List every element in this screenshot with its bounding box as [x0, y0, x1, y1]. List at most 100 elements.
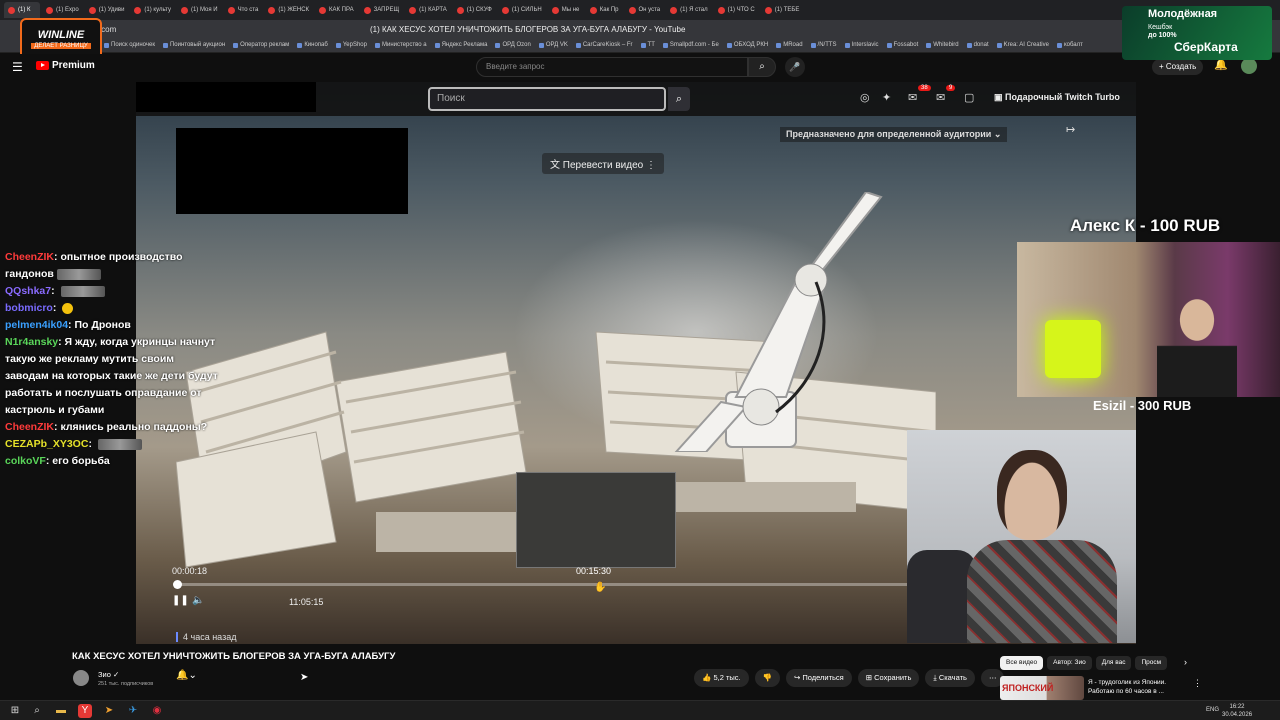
bookmark-item[interactable]: Smallpdf.com - Бе: [663, 42, 719, 48]
recommended-video[interactable]: ЯПОНСКИЙ Я - трудоголик из Японии. Работ…: [1000, 676, 1200, 700]
bookmark-item[interactable]: Krea: AI Creative: [997, 42, 1049, 48]
chat-username[interactable]: colkoVF: [5, 455, 46, 467]
system-clock[interactable]: 16:22 30.04.2026: [1222, 703, 1252, 719]
filter-chip[interactable]: Для вас: [1095, 656, 1132, 670]
search-icon[interactable]: ⌕: [668, 87, 690, 111]
menu-icon[interactable]: ☰: [12, 60, 23, 74]
browser-tab[interactable]: Как Пр: [586, 2, 623, 18]
windows-start-icon[interactable]: ⊞: [8, 704, 22, 718]
chat-message: CheenZIK: опытное производство гандонов: [5, 251, 183, 280]
download-button[interactable]: ⤓ Скачать: [925, 669, 975, 687]
audience-dropdown[interactable]: Предназначено для определенной аудитории…: [780, 127, 1008, 142]
bookmark-item[interactable]: кобалт: [1057, 42, 1083, 48]
crown-icon[interactable]: ◎: [860, 91, 870, 104]
bookmark-item[interactable]: donat: [967, 42, 989, 48]
obs-icon[interactable]: ◉: [150, 704, 164, 718]
browser-tab[interactable]: (1) Удиви: [85, 2, 129, 18]
browser-tab[interactable]: (1) культу: [130, 2, 175, 18]
volume-icon[interactable]: 🔈: [192, 595, 204, 606]
chat-username[interactable]: QQshka7: [5, 285, 51, 297]
bookmark-item[interactable]: ОБХОД РКН: [727, 42, 768, 48]
collapse-icon[interactable]: ↦: [1066, 123, 1075, 136]
chat-username[interactable]: CheenZIK: [5, 251, 54, 263]
browser-tab[interactable]: Что ста: [224, 2, 263, 18]
bookmark-item[interactable]: Кинопаб: [297, 42, 328, 48]
channel-avatar[interactable]: [73, 670, 89, 686]
browser-tab[interactable]: (1) КАРТА: [405, 2, 451, 18]
bookmark-item[interactable]: Оператор реклам: [233, 42, 289, 48]
chevron-right-icon[interactable]: ›: [1184, 657, 1187, 667]
browser-tab[interactable]: (1) Я стал: [666, 2, 712, 18]
filter-chip[interactable]: Просм: [1135, 656, 1168, 670]
search-icon[interactable]: ⌕: [748, 57, 776, 77]
browser-tab[interactable]: ЗАПРЕЩ: [360, 2, 404, 18]
browser-tab[interactable]: (1) ТЕБЕ: [761, 2, 804, 18]
bookmark-item[interactable]: Interslavic: [845, 42, 879, 48]
bookmarks-bar: Поиск одиночек Поинтовый аукцион Оператор …: [0, 38, 1280, 53]
twitch-search-input[interactable]: Поиск: [428, 87, 666, 111]
bookmark-item[interactable]: Whitebird: [926, 42, 958, 48]
bookmark-item[interactable]: /N/TTS: [811, 42, 837, 48]
like-button[interactable]: 👍 5,2 тыс.: [694, 669, 749, 687]
translate-button[interactable]: 文 Перевести видео ⋮: [542, 153, 664, 174]
browser-tab[interactable]: (1) СИЛЬН: [498, 2, 546, 18]
browser-tab[interactable]: (1) Expo: [42, 2, 83, 18]
chat-username[interactable]: bobmicro: [5, 302, 53, 314]
save-button[interactable]: ⊞ Сохранить: [857, 669, 920, 687]
bits-icon[interactable]: ✦: [882, 91, 891, 104]
bookmark-item[interactable]: CarCareKiosk – Fr: [576, 42, 633, 48]
pause-icon[interactable]: ❚❚: [172, 595, 189, 606]
folder-icon[interactable]: ▬: [54, 704, 68, 718]
bookmark-item[interactable]: ОРД VK: [539, 42, 568, 48]
create-button[interactable]: + Создать: [1152, 59, 1204, 75]
browser-tab[interactable]: (1) СКУФ: [453, 2, 496, 18]
browser-tab[interactable]: Он уста: [625, 2, 665, 18]
tab-label: (1) СКУФ: [466, 7, 492, 13]
microphone-icon[interactable]: 🎤: [785, 57, 805, 77]
progress-bar[interactable]: [172, 580, 916, 589]
bookmark-item[interactable]: MRoad: [776, 42, 802, 48]
yandex-browser-icon[interactable]: Y: [78, 704, 92, 718]
bookmark-item[interactable]: Министерство а: [375, 42, 427, 48]
inbox-icon[interactable]: ✉: [908, 91, 917, 104]
bookmark-item[interactable]: YepShop: [336, 42, 367, 48]
youtube-search-input[interactable]: Введите запрос: [476, 57, 748, 77]
whispers-icon[interactable]: ✉: [936, 91, 945, 104]
search-icon[interactable]: ⌕: [30, 704, 44, 718]
share-button[interactable]: ↪ Поделиться: [785, 669, 852, 687]
bookmark-item[interactable]: Fossabot: [887, 42, 919, 48]
bookmark-item[interactable]: Яндекс Реклама: [435, 42, 488, 48]
chat-username[interactable]: pelmen4ik04: [5, 319, 68, 331]
notifications-icon[interactable]: ▢: [964, 91, 974, 104]
bookmark-item[interactable]: Поиск одиночек: [104, 42, 155, 48]
progress-knob[interactable]: [172, 580, 182, 589]
browser-tab[interactable]: (1) ЖЕНСК: [264, 2, 313, 18]
filter-chip[interactable]: Все видео: [1000, 656, 1044, 670]
browser-tab[interactable]: (1) К: [4, 2, 40, 18]
filter-chip[interactable]: Автор: Зио: [1047, 656, 1092, 670]
subscribe-bell-icon[interactable]: 🔔⌄: [176, 670, 197, 681]
bookmark-item[interactable]: ОРД Ozon: [495, 42, 530, 48]
chat-username[interactable]: CheenZIK: [5, 421, 54, 433]
webcam-1: [1017, 242, 1280, 397]
browser-tab[interactable]: (1) Моя И: [177, 2, 222, 18]
avatar[interactable]: [1241, 58, 1257, 74]
browser-tab[interactable]: Мы не: [548, 2, 584, 18]
browser-tab[interactable]: (1) ЧТО С: [714, 2, 759, 18]
bookmark-item[interactable]: Поинтовый аукцион: [163, 42, 225, 48]
recommended-thumbnail[interactable]: ЯПОНСКИЙ: [1000, 676, 1084, 700]
language-indicator[interactable]: ENG: [1206, 707, 1219, 713]
more-options-icon[interactable]: ⋮: [1193, 678, 1202, 689]
browser-tab[interactable]: КАК ПРА: [315, 2, 358, 18]
sber-ad-card: СберКарта: [1174, 40, 1238, 54]
bookmark-item[interactable]: TT: [641, 42, 655, 48]
app-icon[interactable]: ➤: [102, 704, 116, 718]
recommended-title[interactable]: Я - трудоголик из Японии. Работаю по 60 …: [1088, 678, 1188, 696]
turbo-button[interactable]: ▣ Подарочный Twitch Turbo: [994, 92, 1120, 103]
dislike-button[interactable]: 👎: [754, 669, 780, 687]
channel-name[interactable]: Зио ✓: [98, 670, 119, 679]
chat-username[interactable]: N1r4ansky: [5, 336, 58, 348]
chat-username[interactable]: CEZAPb_XY3OC: [5, 438, 88, 450]
telegram-icon[interactable]: ✈: [126, 704, 140, 718]
youtube-logo[interactable]: Premium: [36, 60, 95, 71]
